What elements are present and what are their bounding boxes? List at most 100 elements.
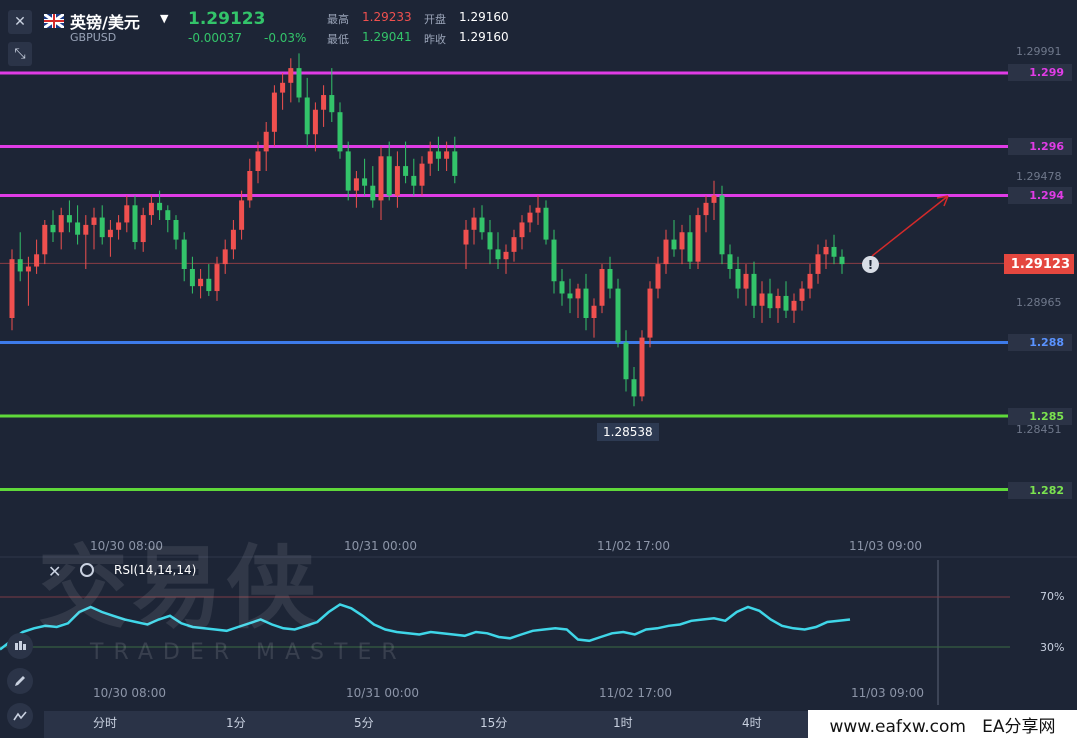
candle-body: [173, 220, 179, 240]
draw-pencil-icon[interactable]: [7, 668, 33, 694]
candle-body: [775, 295, 781, 309]
time-label: 11/03 09:00: [851, 686, 924, 700]
rsi-level-low: 30%: [1040, 641, 1065, 654]
candle-body: [711, 195, 717, 203]
level-tag-1294[interactable]: 1.294: [1008, 187, 1072, 204]
candle-body: [519, 222, 525, 238]
candle-body: [124, 205, 130, 223]
candle-body: [452, 151, 458, 176]
level-tag-1285[interactable]: 1.285: [1008, 408, 1072, 425]
candle-body: [353, 178, 359, 191]
candle-body: [791, 300, 797, 311]
candle-body: [567, 293, 573, 299]
candle-body: [271, 92, 277, 132]
candle-body: [165, 210, 171, 220]
collapse-icon[interactable]: ⤡: [8, 42, 32, 66]
candle-body: [799, 288, 805, 301]
rsi-settings-gear-icon[interactable]: [80, 563, 94, 577]
candle-body: [50, 224, 56, 233]
candle-body: [280, 82, 286, 93]
candle-body: [58, 215, 64, 233]
candle-body: [703, 202, 709, 216]
candle-body: [815, 254, 821, 274]
symbol-name[interactable]: 英镑/美元: [70, 9, 140, 33]
candle-body: [687, 232, 693, 262]
time-label: 11/02 17:00: [599, 686, 672, 700]
candle-body: [140, 215, 146, 243]
price-tick: 1.29478: [1016, 170, 1062, 183]
tab-timeframe-1h[interactable]: 1时: [613, 714, 633, 731]
tab-timeframe-4h[interactable]: 4时: [742, 714, 762, 731]
level-tag-1282[interactable]: 1.282: [1008, 482, 1072, 499]
indicator-icon[interactable]: [7, 703, 33, 729]
candle-body: [296, 68, 302, 98]
candle-body: [839, 256, 845, 265]
level-tag-1288[interactable]: 1.288: [1008, 334, 1072, 351]
candle-body: [607, 269, 613, 289]
candle-body: [345, 151, 351, 191]
candle-body: [386, 156, 392, 196]
high-label: 最高: [327, 13, 349, 26]
candle-body: [535, 207, 541, 213]
info-icon[interactable]: !: [862, 256, 879, 273]
price-tick: 1.28965: [1016, 296, 1062, 309]
candle-body: [495, 249, 501, 260]
candle-body: [655, 264, 661, 289]
candle-body: [663, 239, 669, 265]
candle-body: [719, 195, 725, 255]
candle-body: [181, 239, 187, 269]
candle-body: [647, 288, 653, 338]
watermark-sub: TRADER MASTER: [90, 640, 407, 665]
candle-body: [735, 269, 741, 289]
rsi-close-icon[interactable]: ✕: [48, 562, 61, 581]
level-tag-1296[interactable]: 1.296: [1008, 138, 1072, 155]
close-icon[interactable]: ✕: [8, 10, 32, 34]
candle-body: [66, 215, 72, 223]
candle-body: [107, 229, 113, 238]
time-label: 10/30 08:00: [93, 686, 166, 700]
candle-body: [807, 273, 813, 289]
candle-body: [17, 259, 23, 272]
candle-body: [189, 269, 195, 287]
candle-body: [427, 151, 433, 164]
chevron-down-icon[interactable]: ▼: [160, 12, 168, 25]
candle-body: [591, 305, 597, 318]
current-price-tag: 1.29123: [1004, 254, 1074, 274]
candle-body: [543, 207, 549, 240]
prev-close-value: 1.29160: [459, 30, 509, 44]
candle-body: [671, 239, 677, 250]
candle-body: [362, 178, 368, 186]
candle-type-icon[interactable]: [7, 633, 33, 659]
candle-body: [378, 156, 384, 201]
price-tick: 1.29991: [1016, 45, 1062, 58]
high-value: 1.29233: [362, 10, 412, 24]
candle-body: [551, 239, 557, 282]
candle-body: [783, 295, 789, 311]
candle-body: [370, 185, 376, 201]
symbol-code: GBPUSD: [70, 31, 117, 44]
candle-body: [255, 151, 261, 171]
candle-body: [230, 229, 236, 250]
candle-body: [831, 246, 837, 257]
tab-timeframe-1m[interactable]: 1分: [226, 714, 246, 731]
candle-body: [511, 237, 517, 252]
tab-timeframe-tick[interactable]: 分时: [93, 714, 117, 731]
tab-timeframe-15m[interactable]: 15分: [480, 714, 507, 731]
tab-timeframe-5m[interactable]: 5分: [354, 714, 374, 731]
candle-body: [34, 254, 40, 267]
candle-body: [288, 68, 294, 83]
candle-body: [321, 95, 327, 110]
candle-body: [312, 109, 318, 135]
time-label: 10/31 00:00: [346, 686, 419, 700]
candle-body: [583, 288, 589, 318]
watermark-logo: 交易侠: [38, 536, 320, 641]
candle-body: [487, 232, 493, 250]
candle-body: [99, 217, 105, 238]
open-label: 开盘: [424, 13, 446, 26]
candle-body: [479, 217, 485, 233]
candle-body: [471, 217, 477, 230]
candle-body: [559, 281, 565, 294]
candle-body: [767, 293, 773, 309]
level-tag-1299[interactable]: 1.299: [1008, 64, 1072, 81]
candle-body: [599, 269, 605, 306]
